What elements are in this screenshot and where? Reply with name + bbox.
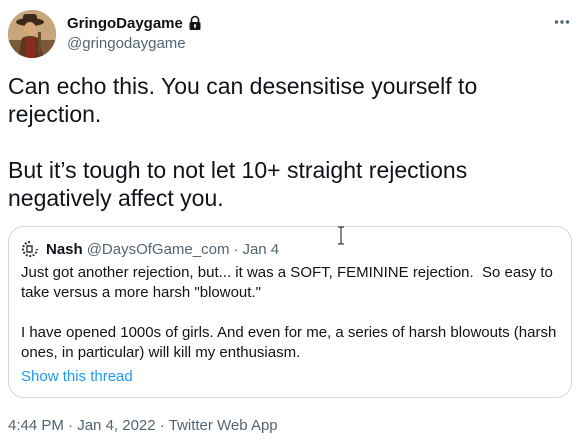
tweet: GringoDaygame @gringodaygame Can echo th…: [0, 0, 582, 447]
meta-separator: ·: [68, 417, 74, 434]
cowboy-avatar-icon: [8, 10, 56, 58]
author-info: GringoDaygame @gringodaygame: [67, 13, 203, 53]
tweet-meta: 4:44 PM · Jan 4, 2022 · Twitter Web App: [8, 416, 278, 436]
quoted-tweet[interactable]: Nash @DaysOfGame_com · Jan 4 Just got an…: [8, 226, 572, 398]
more-horizontal-icon[interactable]: [552, 12, 572, 32]
nash-logo-icon: [21, 240, 39, 258]
display-name[interactable]: GringoDaygame: [67, 15, 183, 32]
quote-header: Nash @DaysOfGame_com · Jan 4: [21, 239, 279, 259]
tweet-date[interactable]: Jan 4, 2022: [77, 417, 155, 434]
quote-separator: ·: [233, 240, 239, 258]
quote-author-handle[interactable]: @DaysOfGame_com: [87, 241, 230, 258]
show-thread-link[interactable]: Show this thread: [21, 367, 133, 387]
avatar[interactable]: [8, 10, 56, 58]
tweet-source[interactable]: Twitter Web App: [169, 417, 278, 434]
text-cursor-icon: [336, 226, 346, 245]
handle[interactable]: @gringodaygame: [67, 35, 203, 53]
quote-author-name[interactable]: Nash: [46, 241, 83, 258]
lock-icon: [187, 15, 203, 31]
quote-text: Just got another rejection, but... it wa…: [21, 264, 557, 361]
quote-date[interactable]: Jan 4: [242, 241, 279, 258]
tweet-time[interactable]: 4:44 PM: [8, 417, 64, 434]
name-row: GringoDaygame: [67, 13, 203, 33]
meta-separator: ·: [159, 417, 165, 434]
tweet-text: Can echo this. You can desensitise yours…: [8, 73, 478, 211]
